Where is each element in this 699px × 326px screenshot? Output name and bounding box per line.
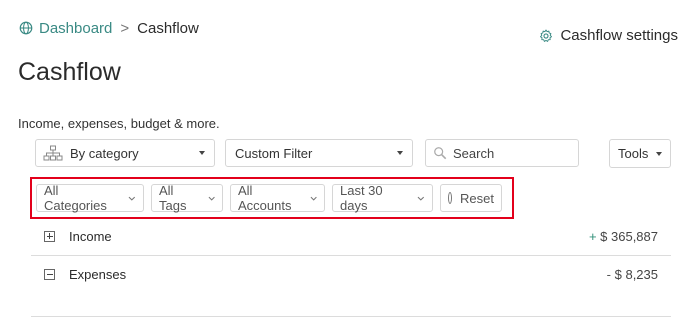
page-title: Cashflow bbox=[18, 58, 121, 86]
row-label: Income bbox=[69, 228, 112, 244]
expand-plus-icon[interactable] bbox=[44, 230, 55, 242]
chevron-down-icon bbox=[128, 196, 136, 201]
date-range-filter[interactable]: Last 30 days bbox=[332, 183, 433, 213]
chevron-down-icon bbox=[208, 196, 215, 201]
hierarchy-icon bbox=[43, 145, 63, 161]
search-box[interactable] bbox=[425, 139, 579, 167]
row-divider bbox=[31, 316, 671, 317]
cashflow-settings-label: Cashflow settings bbox=[560, 27, 678, 44]
row-amount: - $ 8,235 bbox=[607, 267, 658, 282]
expenses-row: Expenses - $ 8,235 bbox=[31, 255, 671, 293]
accounts-filter-label: All Accounts bbox=[238, 183, 292, 213]
tags-filter-label: All Tags bbox=[159, 183, 187, 213]
custom-filter-select[interactable]: Custom Filter bbox=[225, 139, 413, 167]
tools-button[interactable]: Tools bbox=[609, 139, 671, 168]
group-by-select[interactable]: By category bbox=[35, 139, 215, 167]
date-range-label: Last 30 days bbox=[340, 183, 383, 213]
categories-filter-label: All Categories bbox=[44, 183, 107, 213]
caret-down-icon bbox=[199, 151, 205, 155]
tags-filter[interactable]: All Tags bbox=[151, 183, 223, 213]
chevron-down-icon bbox=[417, 196, 425, 201]
categories-filter[interactable]: All Categories bbox=[36, 183, 144, 213]
reset-label: Reset bbox=[460, 190, 494, 206]
breadcrumb: Dashboard > Cashflow bbox=[19, 19, 199, 37]
search-input[interactable] bbox=[453, 145, 563, 161]
group-by-value: By category bbox=[70, 145, 139, 161]
page-subtitle: Income, expenses, budget & more. bbox=[18, 116, 220, 131]
cashflow-settings-link[interactable]: Cashflow settings bbox=[539, 27, 678, 44]
custom-filter-value: Custom Filter bbox=[235, 145, 313, 161]
income-row: Income + $ 365,887 bbox=[31, 217, 671, 255]
tools-label: Tools bbox=[618, 146, 649, 161]
reset-button[interactable]: Reset bbox=[440, 184, 502, 212]
reset-circle-icon bbox=[448, 192, 453, 204]
breadcrumb-separator: > bbox=[120, 19, 130, 37]
gear-icon bbox=[540, 29, 553, 42]
caret-down-icon bbox=[397, 151, 403, 155]
breadcrumb-current: Cashflow bbox=[137, 19, 199, 37]
row-amount: + $ 365,887 bbox=[589, 229, 658, 244]
amount-value: $ 365,887 bbox=[600, 228, 658, 244]
row-label: Expenses bbox=[69, 266, 127, 282]
accounts-filter[interactable]: All Accounts bbox=[230, 183, 325, 213]
amount-sign: - bbox=[606, 266, 611, 282]
collapse-minus-icon[interactable] bbox=[44, 268, 55, 280]
amount-value: $ 8,235 bbox=[614, 266, 658, 282]
chevron-down-icon bbox=[310, 196, 317, 201]
breadcrumb-dashboard-link[interactable]: Dashboard bbox=[39, 20, 112, 37]
search-icon bbox=[434, 147, 447, 160]
caret-down-icon bbox=[656, 151, 662, 156]
globe-icon bbox=[19, 21, 33, 35]
amount-sign: + bbox=[588, 228, 597, 244]
